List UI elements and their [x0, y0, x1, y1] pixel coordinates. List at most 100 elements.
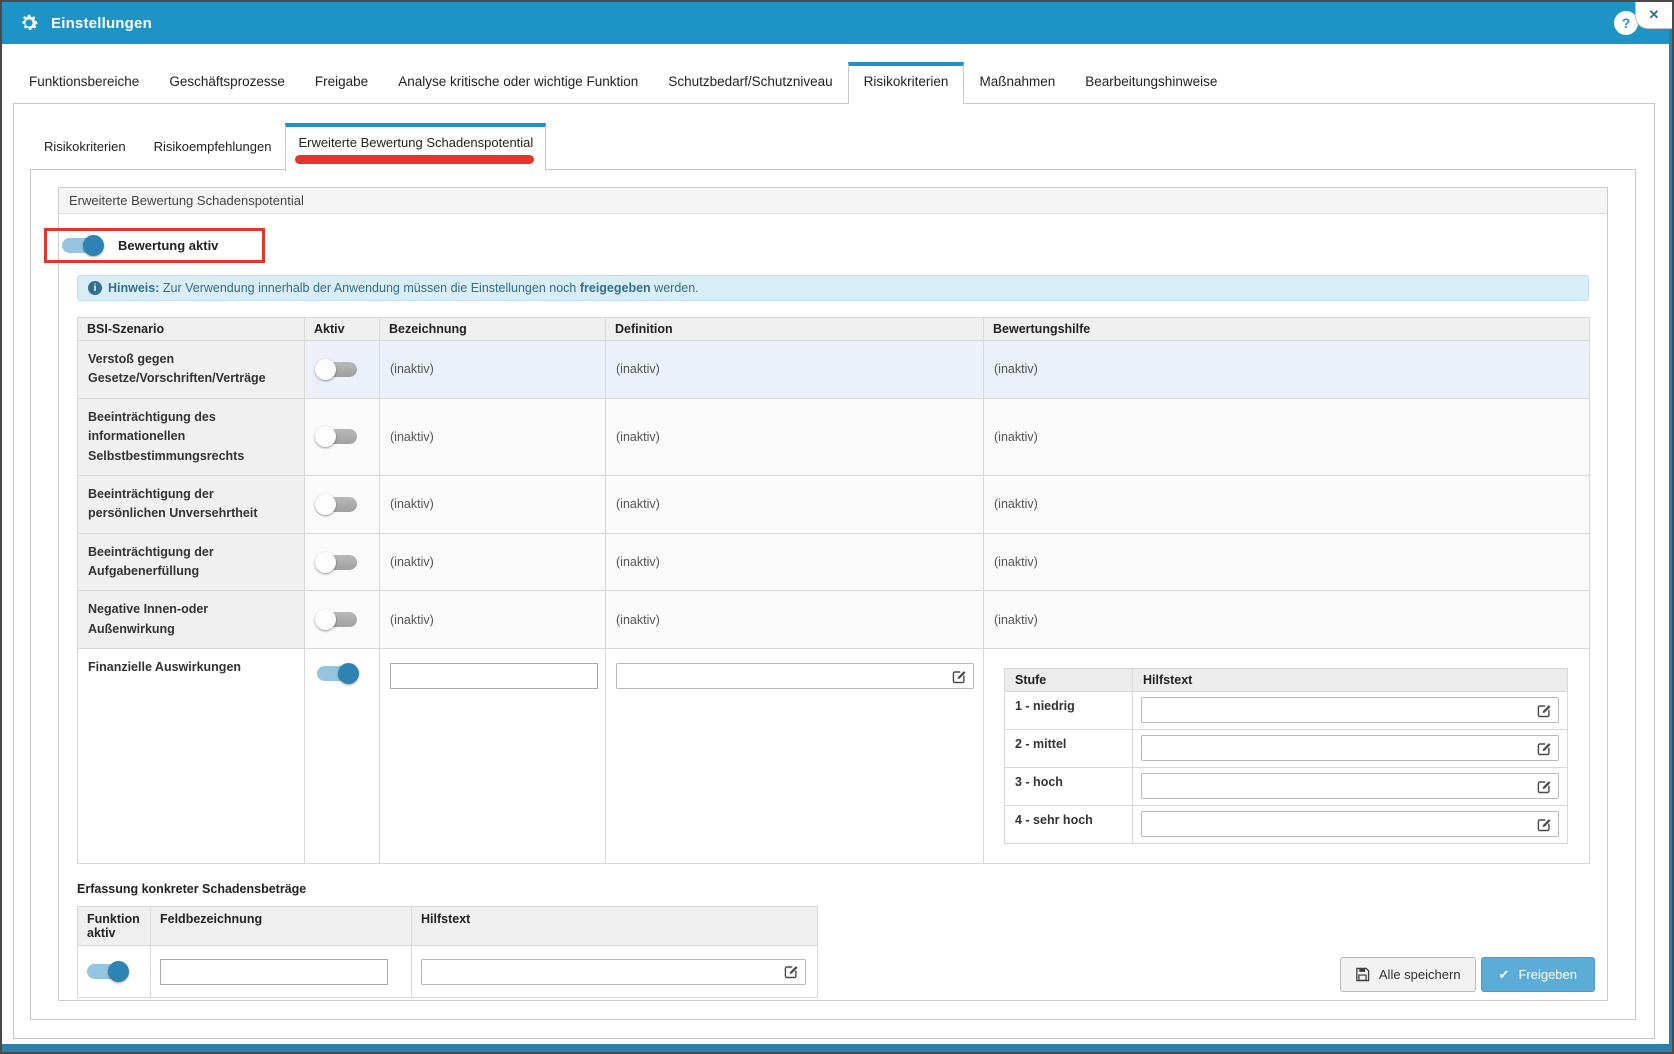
tab-bearbeitungshinweise[interactable]: Bearbeitungshinweise — [1070, 63, 1232, 103]
main-tab-content: Risikokriterien Risikoempfehlungen Erwei… — [13, 103, 1655, 1039]
aktiv-toggle[interactable] — [317, 362, 357, 377]
tab-risikokriterien[interactable]: Risikokriterien — [848, 62, 965, 104]
col-hilfstext: Hilfstext — [412, 907, 818, 946]
bewertungshilfe-value: (inaktiv) — [984, 533, 1590, 591]
hilfstext-input-group — [1141, 773, 1559, 799]
bezeichnung-input[interactable] — [390, 663, 598, 689]
edit-button[interactable] — [1530, 812, 1558, 836]
bezeichnung-value: (inaktiv) — [380, 341, 606, 399]
tab-analyse-kritische-funktion[interactable]: Analyse kritische oder wichtige Funktion — [383, 63, 653, 103]
bewertung-aktiv-label: Bewertung aktiv — [118, 238, 218, 253]
bewertungshilfe-value: (inaktiv) — [984, 591, 1590, 649]
stufe-label: 1 - niedrig — [1005, 692, 1133, 730]
hilfstext-input[interactable] — [422, 960, 777, 984]
gear-icon — [18, 12, 40, 34]
scenario-name: Beeinträchtigung der Aufgabenerfüllung — [78, 533, 305, 591]
definition-value: (inaktiv) — [606, 398, 984, 475]
tab-funktionsbereiche[interactable]: Funktionsbereiche — [14, 63, 154, 103]
subtab-risikokriterien[interactable]: Risikokriterien — [30, 128, 140, 170]
aktiv-toggle[interactable] — [317, 555, 357, 570]
check-icon: ✔ — [1499, 967, 1510, 983]
scenario-header-row: BSI-Szenario Aktiv Bezeichnung Definitio… — [78, 318, 1590, 341]
toggle-knob — [83, 235, 104, 256]
bezeichnung-value: (inaktiv) — [380, 398, 606, 475]
footer-buttons: Alle speichern ✔ Freigeben — [1340, 957, 1595, 992]
stufe-row: 4 - sehr hoch — [1005, 806, 1568, 844]
hilfstext-input-group — [1141, 697, 1559, 723]
close-icon[interactable]: ✕ — [1635, 2, 1672, 29]
definition-value: (inaktiv) — [606, 591, 984, 649]
bewertungshilfe-value: (inaktiv) — [984, 341, 1590, 399]
scenario-name: Finanzielle Auswirkungen — [78, 649, 305, 864]
hilfstext-input[interactable] — [1142, 736, 1530, 760]
subtab-risikoempfehlungen[interactable]: Risikoempfehlungen — [140, 128, 286, 170]
stufen-header-row: Stufe Hilfstext — [1005, 669, 1568, 692]
hilfstext-input[interactable] — [1142, 812, 1530, 836]
definition-input[interactable] — [617, 664, 945, 688]
hilfstext-input[interactable] — [1142, 698, 1530, 722]
schadensbetraege-table: Funktion aktiv Feldbezeichnung Hilfstext — [77, 906, 818, 998]
table-row: Negative Innen-oder Außenwirkung (inakti… — [78, 591, 1590, 649]
col-hilfstext: Hilfstext — [1133, 669, 1568, 692]
main-tab-bar: Funktionsbereiche Geschäftsprozesse Frei… — [14, 62, 1660, 103]
schadens-header-row: Funktion aktiv Feldbezeichnung Hilfstext — [78, 907, 818, 946]
schadensbetraege-heading: Erfassung konkreter Schadensbeträge — [77, 882, 1589, 896]
funktion-aktiv-toggle[interactable] — [87, 964, 127, 979]
edit-button[interactable] — [1530, 736, 1558, 760]
definition-input-group — [616, 663, 974, 689]
schadens-row — [78, 946, 818, 998]
edit-icon — [1537, 817, 1552, 832]
stufe-row: 2 - mittel — [1005, 730, 1568, 768]
panel-body: Bewertung aktiv i Hinweis: Zur Verwendun… — [59, 214, 1607, 998]
bezeichnung-value: (inaktiv) — [380, 533, 606, 591]
hilfstext-input-group — [1141, 735, 1559, 761]
edit-icon — [1537, 779, 1552, 794]
aktiv-toggle[interactable] — [317, 666, 357, 681]
col-funktion-aktiv: Funktion aktiv — [78, 907, 151, 946]
table-row: Beeinträchtigung der Aufgabenerfüllung (… — [78, 533, 1590, 591]
bewertungshilfe-value: (inaktiv) — [984, 398, 1590, 475]
col-stufe: Stufe — [1005, 669, 1133, 692]
hilfstext-input[interactable] — [1142, 774, 1530, 798]
col-definition: Definition — [606, 318, 984, 341]
feldbezeichnung-input[interactable] — [160, 959, 388, 985]
edit-button[interactable] — [1530, 698, 1558, 722]
aktiv-toggle[interactable] — [317, 612, 357, 627]
tab-geschaeftsprozesse[interactable]: Geschäftsprozesse — [154, 63, 300, 103]
definition-value: (inaktiv) — [606, 533, 984, 591]
scenario-name: Verstoß gegen Gesetze/Vorschriften/Vertr… — [78, 341, 305, 399]
dialog-edge-bottom — [2, 1044, 1672, 1052]
definition-value: (inaktiv) — [606, 475, 984, 533]
dialog-header: Einstellungen ? — [2, 2, 1672, 44]
bezeichnung-value: (inaktiv) — [380, 591, 606, 649]
aktiv-toggle[interactable] — [317, 497, 357, 512]
release-button[interactable]: ✔ Freigeben — [1481, 957, 1595, 992]
red-underline-annotation — [295, 155, 534, 164]
tab-massnahmen[interactable]: Maßnahmen — [964, 63, 1070, 103]
stufe-label: 3 - hoch — [1005, 768, 1133, 806]
scenario-name: Beeinträchtigung des informationellen Se… — [78, 398, 305, 475]
col-feldbezeichnung: Feldbezeichnung — [151, 907, 412, 946]
save-all-button[interactable]: Alle speichern — [1340, 957, 1476, 992]
stufe-row: 1 - niedrig — [1005, 692, 1568, 730]
edit-icon — [952, 669, 967, 684]
table-row-finanzielle-auswirkungen: Finanzielle Auswirkungen — [78, 649, 1590, 864]
tab-schutzbedarf[interactable]: Schutzbedarf/Schutzniveau — [653, 63, 847, 103]
hilfstext-input-group — [1141, 811, 1559, 837]
edit-icon — [784, 964, 799, 979]
bewertungshilfe-value: (inaktiv) — [984, 475, 1590, 533]
col-bewertungshilfe: Bewertungshilfe — [984, 318, 1590, 341]
subtab-label: Erweiterte Bewertung Schadenspotential — [298, 135, 533, 150]
bewertung-aktiv-toggle[interactable] — [62, 238, 102, 253]
edit-button[interactable] — [777, 960, 805, 984]
tab-freigabe[interactable]: Freigabe — [300, 63, 383, 103]
settings-dialog: Einstellungen ? ✕ Funktionsbereiche Gesc… — [0, 0, 1674, 1054]
edit-button[interactable] — [1530, 774, 1558, 798]
scenario-table: BSI-Szenario Aktiv Bezeichnung Definitio… — [77, 317, 1590, 864]
scenario-name: Beeinträchtigung der persönlichen Unvers… — [78, 475, 305, 533]
subtab-erweiterte-bewertung[interactable]: Erweiterte Bewertung Schadenspotential — [285, 123, 546, 171]
aktiv-toggle[interactable] — [317, 429, 357, 444]
edit-button[interactable] — [945, 664, 973, 688]
dialog-title: Einstellungen — [51, 15, 152, 32]
col-aktiv: Aktiv — [305, 318, 380, 341]
